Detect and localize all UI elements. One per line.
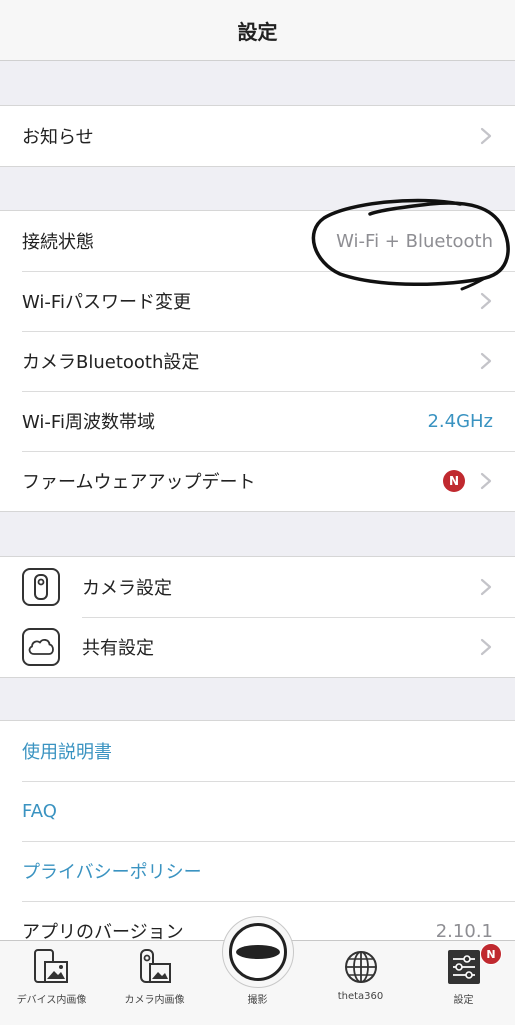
chevron-right-icon <box>480 472 492 490</box>
app-version-value: 2.10.1 <box>435 920 493 942</box>
privacy-policy-row[interactable]: プライバシーポリシー <box>0 841 515 901</box>
tab-device-images-label: デバイス内画像 <box>16 995 87 1006</box>
camera-icon <box>22 568 60 606</box>
page-title: 設定 <box>237 19 278 44</box>
camera-settings-label: カメラ設定 <box>82 578 172 599</box>
settings-group: カメラ設定 共有設定 <box>0 556 515 678</box>
device-images-icon <box>33 947 71 987</box>
tab-device-images[interactable]: デバイス内画像 <box>0 941 103 1025</box>
wifi-band-value: 2.4GHz <box>427 410 493 432</box>
wifi-password-label: Wi-Fiパスワード変更 <box>22 292 191 313</box>
notices-row[interactable]: お知らせ <box>0 106 515 166</box>
chevron-right-icon <box>480 638 492 656</box>
connection-group: 接続状態 Wi-Fi + Bluetooth Wi-Fiパスワード変更 カメラB… <box>0 210 515 512</box>
share-settings-row[interactable]: 共有設定 <box>0 617 515 677</box>
globe-icon <box>343 947 379 987</box>
camera-bluetooth-row[interactable]: カメラBluetooth設定 <box>0 331 515 391</box>
firmware-update-label: ファームウェアアップデート <box>22 472 256 493</box>
chevron-right-icon <box>480 127 492 145</box>
notices-group: お知らせ <box>0 105 515 167</box>
sliders-icon <box>447 947 481 987</box>
new-badge: N <box>443 470 465 492</box>
chevron-right-icon <box>480 578 492 596</box>
navigation-bar: 設定 <box>0 0 515 61</box>
cloud-icon <box>22 628 60 666</box>
tab-capture-label: 撮影 <box>247 995 268 1006</box>
camera-settings-row[interactable]: カメラ設定 <box>0 557 515 617</box>
share-settings-label: 共有設定 <box>82 638 154 659</box>
tab-theta360-label: theta360 <box>337 991 384 1002</box>
tab-settings[interactable]: N 設定 <box>412 941 515 1025</box>
tab-settings-label: 設定 <box>453 995 474 1006</box>
tab-camera-images-label: カメラ内画像 <box>124 995 185 1006</box>
manual-row[interactable]: 使用説明書 <box>0 721 515 781</box>
tab-theta360[interactable]: theta360 <box>309 941 412 1025</box>
chevron-right-icon <box>480 292 492 310</box>
capture-button[interactable] <box>222 916 294 988</box>
connection-status-row: 接続状態 Wi-Fi + Bluetooth <box>0 211 515 271</box>
manual-link[interactable]: 使用説明書 <box>22 738 493 764</box>
wifi-password-row[interactable]: Wi-Fiパスワード変更 <box>0 271 515 331</box>
settings-new-badge: N <box>480 943 502 965</box>
camera-images-icon <box>136 947 174 987</box>
chevron-right-icon <box>480 352 492 370</box>
shutter-icon <box>229 923 287 981</box>
wifi-band-row[interactable]: Wi-Fi周波数帯域 2.4GHz <box>0 391 515 451</box>
notices-label: お知らせ <box>22 127 94 148</box>
camera-bluetooth-label: カメラBluetooth設定 <box>22 352 200 373</box>
firmware-update-row[interactable]: ファームウェアアップデート N <box>0 451 515 511</box>
faq-row[interactable]: FAQ <box>0 781 515 841</box>
faq-link[interactable]: FAQ <box>22 801 493 822</box>
privacy-policy-link[interactable]: プライバシーポリシー <box>22 858 493 884</box>
connection-status-label: 接続状態 <box>22 232 94 253</box>
tab-camera-images[interactable]: カメラ内画像 <box>103 941 206 1025</box>
connection-status-value: Wi-Fi + Bluetooth <box>336 230 493 252</box>
wifi-band-label: Wi-Fi周波数帯域 <box>22 412 155 433</box>
